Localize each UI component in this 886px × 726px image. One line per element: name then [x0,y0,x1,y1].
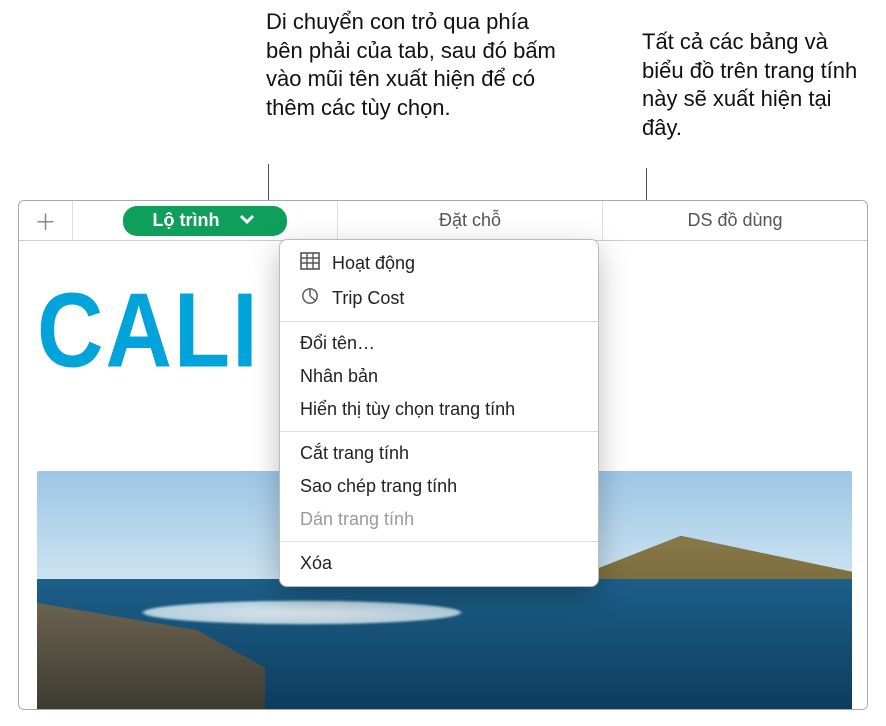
sheet-tab-label: DS đồ dùng [687,210,782,231]
menu-item-label: Đổi tên… [300,333,375,354]
chart-icon [300,287,320,310]
menu-item-rename[interactable]: Đổi tên… [280,327,598,360]
menu-item-duplicate[interactable]: Nhân bản [280,360,598,393]
menu-separator [280,541,598,542]
sheet-tab-bar: ＋ Lộ trình Đặt chỗ DS đồ dùng [19,201,867,241]
chevron-down-icon[interactable] [237,210,257,231]
callout-tab-arrow: Di chuyển con trỏ qua phía bên phải của … [266,8,566,122]
menu-item-label: Dán trang tính [300,509,414,530]
menu-item-object[interactable]: Hoạt động [280,246,598,281]
sheet-tab-label: Đặt chỗ [439,210,501,231]
menu-item-label: Hiển thị tùy chọn trang tính [300,399,515,420]
title-graphic: CALI [37,271,260,392]
menu-item-label: Cắt trang tính [300,443,409,464]
menu-item-label: Nhân bản [300,366,378,387]
menu-item-cut[interactable]: Cắt trang tính [280,437,598,470]
add-sheet-button[interactable]: ＋ [19,201,73,240]
sheet-tab[interactable]: Đặt chỗ [338,201,603,240]
sheet-tab[interactable]: DS đồ dùng [603,201,867,240]
menu-separator [280,321,598,322]
menu-item-options[interactable]: Hiển thị tùy chọn trang tính [280,393,598,426]
menu-item-label: Hoạt động [332,253,415,274]
menu-item-label: Xóa [300,553,332,574]
sheet-tab-active[interactable]: Lộ trình [73,201,338,240]
table-icon [300,252,320,275]
callout-sheet-objects: Tất cả các bảng và biểu đồ trên trang tí… [642,28,872,142]
menu-item-label: Sao chép trang tính [300,476,457,497]
menu-item-delete[interactable]: Xóa [280,547,598,580]
menu-item-label: Trip Cost [332,288,404,309]
menu-item-copy[interactable]: Sao chép trang tính [280,470,598,503]
sheet-context-menu: Hoạt động Trip Cost Đổi tên… Nhân bản Hi… [279,239,599,587]
menu-separator [280,431,598,432]
menu-item-paste: Dán trang tính [280,503,598,536]
sheet-tab-label: Lộ trình [153,210,220,231]
spreadsheet-window: ＋ Lộ trình Đặt chỗ DS đồ dùng CALI [18,200,868,710]
menu-item-object[interactable]: Trip Cost [280,281,598,316]
